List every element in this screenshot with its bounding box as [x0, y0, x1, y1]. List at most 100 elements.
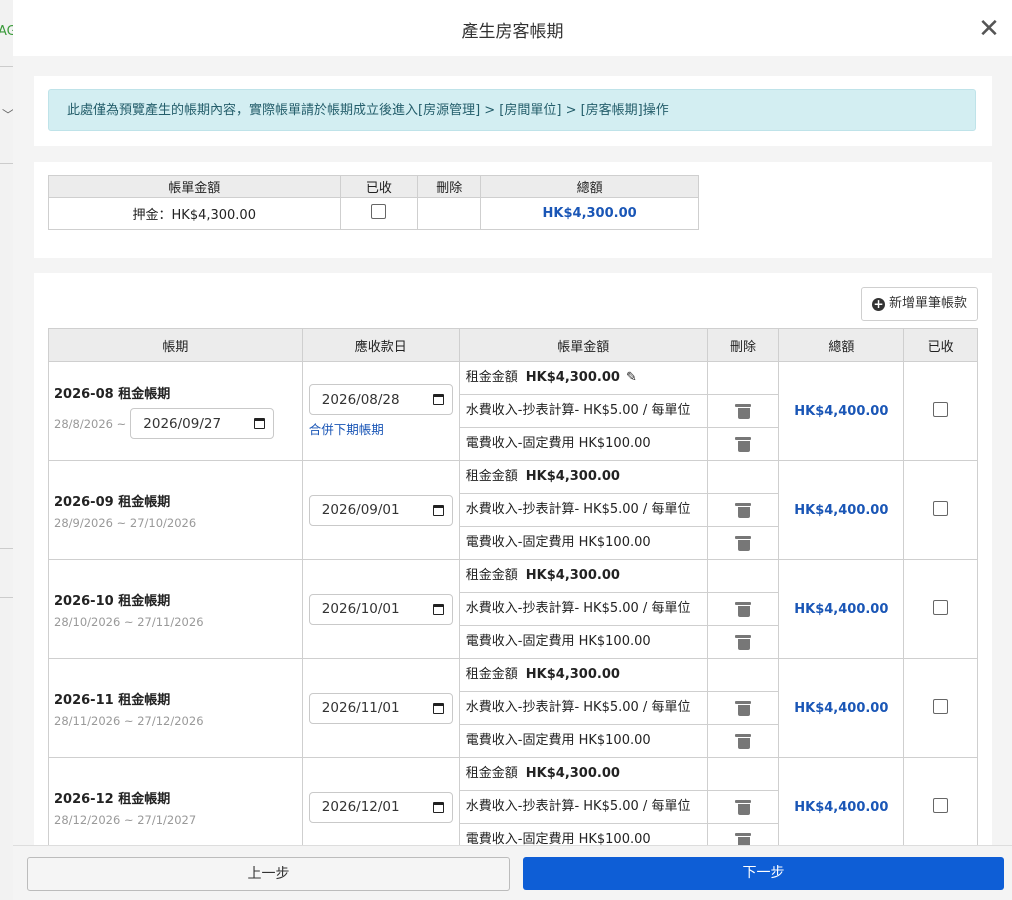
period-total: HK$4,400.00 [778, 460, 905, 560]
divider [0, 548, 14, 549]
delete-slot [708, 461, 779, 493]
deposit-table: 帳單金額 已收 刪除 總額 押金：HK$4,300.00 HK$4,300.00 [48, 175, 699, 230]
trash-icon[interactable] [735, 535, 752, 551]
calendar-icon[interactable] [432, 702, 444, 714]
due-date-input[interactable]: 2026/10/01 [308, 593, 453, 625]
periods-card: + 新增單筆帳款 帳期 應收款日 帳單金額 刪除 總額 已收 2026-08 租… [34, 273, 992, 873]
period-range: 28/11/2026 ~ 27/12/2026 [54, 713, 204, 728]
add-single-charge-label: 新增單筆帳款 [888, 296, 967, 311]
electric-line: 電費收入-固定費用 HK$100.00 [459, 526, 707, 559]
received-cell [903, 757, 978, 857]
period-title: 2026-09 租金帳期 [54, 494, 171, 510]
period-total: HK$4,400.00 [778, 757, 905, 857]
table-row: 2026-09 租金帳期 28/9/2026 ~ 27/10/2026 2026… [48, 460, 978, 560]
delete-cell [706, 658, 780, 758]
rent-amount: HK$4,300.00 [525, 766, 620, 781]
rent-line: 租金金額 HK$4,300.00 [460, 461, 707, 493]
delete-slot [707, 691, 779, 724]
period-range: 28/12/2026 ~ 27/1/2027 [54, 812, 197, 827]
received-checkbox[interactable] [933, 599, 949, 615]
calendar-icon[interactable] [254, 418, 266, 429]
calendar-icon[interactable] [432, 603, 444, 615]
date-value: 2026/08/28 [321, 391, 400, 408]
period-total: HK$4,400.00 [778, 559, 905, 659]
rent-label: 租金金額 [465, 469, 518, 484]
received-checkbox[interactable] [933, 698, 949, 714]
merge-next-period-link[interactable]: 合併下期帳期 [309, 419, 459, 438]
received-cell [903, 460, 978, 560]
delete-slot [707, 427, 779, 460]
trash-icon[interactable] [735, 502, 752, 518]
trash-icon[interactable] [735, 634, 752, 650]
water-line: 水費收入-抄表計算- HK$5.00 / 每單位 [459, 691, 707, 724]
trash-icon[interactable] [735, 733, 752, 749]
delete-cell [417, 197, 482, 230]
period-end-date-input[interactable]: 2026/09/27 [130, 408, 275, 439]
add-single-charge-button[interactable]: + 新增單筆帳款 [860, 287, 978, 321]
column-header: 帳期 [48, 328, 303, 362]
pencil-icon[interactable]: ✎ [626, 362, 637, 394]
modal-header: 產生房客帳期 ✕ [13, 0, 1012, 56]
electric-line: 電費收入-固定費用 HK$100.00 [459, 724, 707, 757]
period-total: HK$4,400.00 [778, 658, 905, 758]
due-date-input[interactable]: 2026/08/28 [308, 384, 453, 415]
delete-slot [707, 592, 779, 625]
period-title: 2026-12 租金帳期 [54, 791, 171, 807]
next-step-button[interactable]: 下一步 [523, 857, 1004, 890]
trash-icon[interactable] [735, 403, 752, 419]
period-total: HK$4,400.00 [778, 361, 905, 461]
received-cell [903, 658, 978, 758]
date-value: 2026/09/27 [143, 415, 222, 432]
received-checkbox[interactable] [933, 401, 949, 417]
received-checkbox[interactable] [933, 797, 949, 813]
column-header: 帳單金額 [458, 328, 708, 362]
period-cell: 2026-08 租金帳期 28/8/2026 ~ 2026/09/27 [48, 361, 303, 461]
rent-line: 租金金額 HK$4,300.00 [460, 758, 707, 790]
calendar-icon[interactable] [432, 394, 444, 405]
rent-amount: HK$4,300.00 [525, 568, 620, 583]
due-date-cell: 2026/08/28 合併下期帳期 [301, 361, 460, 461]
trash-icon[interactable] [735, 436, 752, 452]
divider [0, 163, 14, 164]
due-date-input[interactable]: 2026/12/01 [308, 791, 453, 823]
water-line: 水費收入-抄表計算- HK$5.00 / 每單位 [459, 790, 707, 823]
rent-label: 租金金額 [465, 370, 518, 385]
due-date-input[interactable]: 2026/09/01 [308, 494, 453, 526]
period-title: 2026-10 租金帳期 [54, 593, 171, 609]
period-cell: 2026-10 租金帳期 28/10/2026 ~ 27/11/2026 [48, 559, 303, 659]
table-row: 2026-11 租金帳期 28/11/2026 ~ 27/12/2026 202… [48, 658, 978, 758]
water-line: 水費收入-抄表計算- HK$5.00 / 每單位 [459, 592, 707, 625]
deposit-total: HK$4,300.00 [480, 197, 699, 230]
trash-icon[interactable] [735, 601, 752, 617]
calendar-icon[interactable] [432, 504, 444, 516]
deposit-amount: 押金：HK$4,300.00 [48, 197, 341, 230]
column-header: 刪除 [417, 175, 482, 198]
column-header: 總額 [778, 328, 905, 362]
close-icon[interactable]: ✕ [978, 16, 1000, 42]
received-checkbox[interactable] [933, 500, 949, 516]
delete-cell [706, 460, 780, 560]
delete-slot [707, 526, 779, 559]
water-line: 水費收入-抄表計算- HK$5.00 / 每單位 [459, 394, 707, 427]
amount-cell: 租金金額 HK$4,300.00 水費收入-抄表計算- HK$5.00 / 每單位… [458, 757, 708, 857]
due-date-cell: 2026/09/01 [301, 460, 460, 560]
calendar-icon[interactable] [432, 801, 444, 813]
billing-period-modal: 產生房客帳期 ✕ 此處僅為預覽產生的帳期內容，實際帳單請於帳期成立後進入[房源管… [13, 0, 1012, 900]
due-date-cell: 2026/10/01 [301, 559, 460, 659]
period-title: 2026-11 租金帳期 [54, 692, 171, 708]
previous-step-button[interactable]: 上一步 [27, 857, 510, 891]
date-value: 2026/12/01 [321, 799, 400, 815]
column-header: 總額 [480, 175, 699, 198]
rent-label: 租金金額 [465, 766, 518, 781]
due-date-input[interactable]: 2026/11/01 [308, 692, 453, 724]
trash-icon[interactable] [735, 700, 752, 716]
electric-line: 電費收入-固定費用 HK$100.00 [459, 427, 707, 460]
received-cell [903, 559, 978, 659]
period-cell: 2026-12 租金帳期 28/12/2026 ~ 27/1/2027 [48, 757, 303, 857]
amount-cell: 租金金額 HK$4,300.00 水費收入-抄表計算- HK$5.00 / 每單位… [458, 559, 708, 659]
trash-icon[interactable] [735, 799, 752, 815]
date-value: 2026/11/01 [321, 700, 400, 716]
received-checkbox[interactable] [371, 204, 387, 219]
date-value: 2026/09/01 [321, 502, 400, 518]
table-row: 2026-10 租金帳期 28/10/2026 ~ 27/11/2026 202… [48, 559, 978, 659]
